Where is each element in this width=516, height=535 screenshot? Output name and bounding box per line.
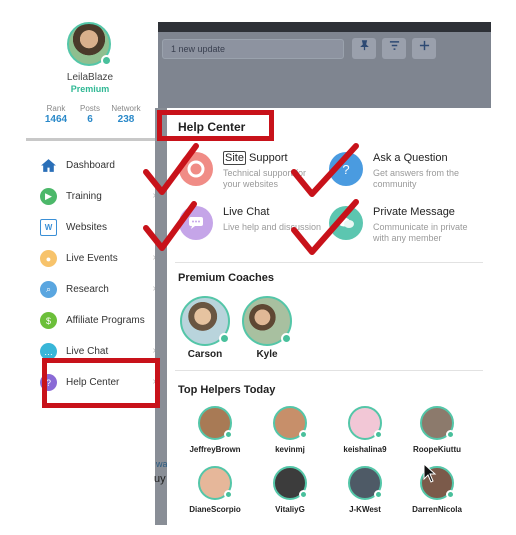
plus-icon xyxy=(419,40,430,54)
sidebar: LeilaBlaze Premium Rank 1464 Posts 6 Net… xyxy=(26,20,158,525)
helper-avatar[interactable] xyxy=(420,406,455,440)
online-badge xyxy=(299,430,308,439)
online-badge xyxy=(219,333,230,344)
sidebar-item-affiliate-programs[interactable]: $ Affiliate Programs xyxy=(40,305,156,336)
mouse-cursor-icon xyxy=(423,463,437,483)
coach-kyle[interactable]: Kyle xyxy=(241,296,293,360)
sidebar-item-label: Live Events xyxy=(66,253,118,264)
pin-button[interactable] xyxy=(352,38,376,59)
updates-label: 1 new update xyxy=(171,44,226,54)
online-badge xyxy=(224,430,233,439)
websites-icon: W xyxy=(40,219,57,236)
sidebar-item-label: Research xyxy=(66,284,109,295)
helper-keishalina9[interactable]: keishalina9 xyxy=(330,406,400,454)
online-badge xyxy=(101,55,112,66)
membership-badge: Premium xyxy=(70,84,110,94)
premium-coaches-title: Premium Coaches xyxy=(178,272,274,284)
option-description: Get answers from the community xyxy=(373,168,460,189)
sidebar-item-dashboard[interactable]: Dashboard xyxy=(40,150,156,181)
top-bar-overlay xyxy=(158,22,491,108)
live-events-icon: ● xyxy=(40,250,57,267)
play-icon: ▶ xyxy=(40,188,57,205)
helper-avatar[interactable] xyxy=(273,466,308,500)
checkmark-icon xyxy=(291,143,359,197)
helper-name[interactable]: VitaliyG xyxy=(255,505,325,514)
updates-button[interactable]: 1 new update xyxy=(162,39,344,59)
helper-avatar[interactable] xyxy=(348,406,383,440)
online-badge xyxy=(374,490,383,499)
sidebar-item-live-events[interactable]: ● Live Events › xyxy=(40,243,156,274)
helper-vitaliyg[interactable]: VitaliyG xyxy=(255,466,325,514)
sidebar-item-label: Websites xyxy=(66,222,107,233)
helper-kevinmj[interactable]: kevinmj xyxy=(255,406,325,454)
sidebar-item-label: Live Chat xyxy=(66,346,109,357)
coach-avatar[interactable] xyxy=(242,296,292,346)
helper-avatar[interactable] xyxy=(198,406,233,440)
sidebar-item-research[interactable]: ⌕ Research › xyxy=(40,274,156,305)
sidebar-divider xyxy=(26,138,158,141)
coach-name[interactable]: Kyle xyxy=(241,349,293,360)
checkmark-icon xyxy=(143,143,199,195)
filter-button[interactable] xyxy=(382,38,406,59)
helper-name[interactable]: DarrenNicola xyxy=(402,505,472,514)
helper-name[interactable]: J-KWest xyxy=(330,505,400,514)
helper-name[interactable]: kevinmj xyxy=(255,445,325,454)
stat-label: Network xyxy=(111,104,141,113)
backdrop-text: uy xyxy=(154,473,166,485)
helper-dianescorpio[interactable]: DianeScorpio xyxy=(180,466,250,514)
sidebar-item-label: Dashboard xyxy=(66,160,115,171)
top-helpers-title: Top Helpers Today xyxy=(178,384,276,396)
sidebar-item-websites[interactable]: W Websites xyxy=(40,212,156,243)
online-badge xyxy=(446,490,455,499)
coach-avatar[interactable] xyxy=(180,296,230,346)
sidebar-item-label: Training xyxy=(66,191,102,202)
helper-name[interactable]: JeffreyBrown xyxy=(180,445,250,454)
online-badge xyxy=(374,430,383,439)
affiliate-icon: $ xyxy=(40,312,57,329)
stat-value[interactable]: 238 xyxy=(106,114,146,125)
helper-roopekiuttu[interactable]: RoopeKiuttu xyxy=(402,406,472,454)
coach-carson[interactable]: Carson xyxy=(179,296,231,360)
profile-username[interactable]: LeilaBlaze xyxy=(26,72,154,83)
helper-name[interactable]: keishalina9 xyxy=(330,445,400,454)
online-badge xyxy=(281,333,292,344)
home-icon xyxy=(40,157,57,174)
online-badge xyxy=(224,490,233,499)
filter-icon xyxy=(389,41,400,54)
online-badge xyxy=(299,490,308,499)
checkmark-icon xyxy=(143,201,197,251)
pin-icon xyxy=(359,40,370,54)
online-badge xyxy=(446,430,455,439)
stat-posts: Posts 6 xyxy=(70,104,110,125)
backdrop-text: wa xyxy=(156,459,168,469)
stat-label: Posts xyxy=(79,104,100,113)
coach-name[interactable]: Carson xyxy=(179,349,231,360)
helper-avatar[interactable] xyxy=(348,466,383,500)
top-bar-dark-strip xyxy=(158,22,491,32)
helper-darrennicola[interactable]: DarrenNicola xyxy=(402,466,472,514)
helper-avatar[interactable] xyxy=(198,466,233,500)
section-divider xyxy=(175,262,483,263)
helper-name[interactable]: DianeScorpio xyxy=(180,505,250,514)
helper-j-kwest[interactable]: J-KWest xyxy=(330,466,400,514)
helper-jeffreybrown[interactable]: JeffreyBrown xyxy=(180,406,250,454)
stat-network: Network 238 xyxy=(106,104,146,125)
add-button[interactable] xyxy=(412,38,436,59)
option-title: Ask a Question xyxy=(373,152,448,164)
stat-value[interactable]: 6 xyxy=(70,114,110,125)
research-icon: ⌕ xyxy=(40,281,57,298)
section-divider xyxy=(175,370,483,371)
checkmark-icon xyxy=(291,199,359,255)
option-title: Private Message xyxy=(373,206,455,218)
sidebar-item-training[interactable]: ▶ Training › xyxy=(40,181,156,212)
annotation-box-help-title xyxy=(157,110,274,141)
helper-avatar[interactable] xyxy=(273,406,308,440)
avatar[interactable] xyxy=(67,22,112,66)
option-description: Communicate in private with any member xyxy=(373,222,468,243)
annotation-box-help-center xyxy=(42,358,160,408)
sidebar-item-label: Affiliate Programs xyxy=(66,315,145,326)
helper-name[interactable]: RoopeKiuttu xyxy=(402,445,472,454)
